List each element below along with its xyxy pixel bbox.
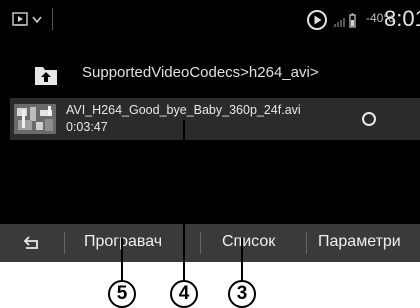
tab-player[interactable]: Програвач — [84, 233, 162, 251]
clock: 8:01 PM — [384, 6, 420, 32]
callout-line-4 — [183, 120, 185, 280]
folder-path: SupportedVideoCodecs>h264_avi> — [82, 64, 319, 81]
tab-separator — [200, 232, 201, 254]
file-list-item[interactable]: AVI_H264_Good_bye_Baby_360p_24f.avi 0:03… — [10, 98, 420, 140]
folder-path-bar: SupportedVideoCodecs>h264_avi> — [0, 62, 420, 88]
back-icon[interactable] — [22, 233, 42, 253]
clock-time: 8:01 — [384, 6, 420, 31]
select-radio[interactable] — [362, 112, 376, 126]
file-name: AVI_H264_Good_bye_Baby_360p_24f.avi — [66, 103, 301, 117]
tab-separator — [64, 232, 65, 254]
source-selector-icon[interactable] — [12, 11, 46, 29]
callout-5: 5 — [108, 280, 136, 308]
now-playing-icon[interactable] — [306, 9, 328, 31]
video-thumbnail — [14, 104, 56, 134]
tab-separator — [306, 232, 307, 254]
callout-line-3 — [241, 238, 243, 280]
status-divider — [52, 8, 53, 30]
tab-list[interactable]: Список — [222, 233, 275, 251]
callout-4: 4 — [170, 280, 198, 308]
callout-line-5 — [121, 238, 123, 280]
media-screen: -40°c 8:01 PM SupportedVideoCodecs>h264_… — [0, 0, 420, 262]
status-bar: -40°c 8:01 PM — [0, 0, 420, 40]
folder-up-icon[interactable] — [34, 64, 58, 86]
callout-3: 3 — [228, 280, 256, 308]
tab-settings[interactable]: Параметри — [318, 233, 401, 251]
bottom-tab-bar: Програвач Список Параметри — [0, 224, 420, 262]
signal-battery-icon — [334, 13, 356, 28]
file-duration: 0:03:47 — [66, 120, 108, 134]
